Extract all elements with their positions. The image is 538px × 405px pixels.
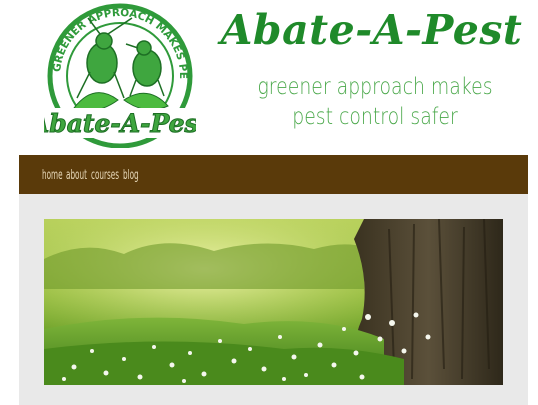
nav-item-home[interactable]: home	[42, 168, 63, 183]
hero-image	[44, 219, 503, 385]
nav-item-courses[interactable]: courses	[91, 168, 119, 183]
logo-wordmark: Abate-A-Pest	[44, 109, 196, 138]
nav-item-about[interactable]: about	[66, 168, 87, 183]
nav-item-blog[interactable]: blog	[123, 168, 139, 183]
site-title[interactable]: Abate-A-Pest	[205, 6, 538, 54]
site-tagline: greener approach makes pest control safe…	[257, 74, 493, 130]
site-logo[interactable]: GREENER APPROACH MAKES PEST CONTROL SAFE…	[44, 0, 196, 148]
main-nav: home about courses blog	[19, 155, 528, 194]
